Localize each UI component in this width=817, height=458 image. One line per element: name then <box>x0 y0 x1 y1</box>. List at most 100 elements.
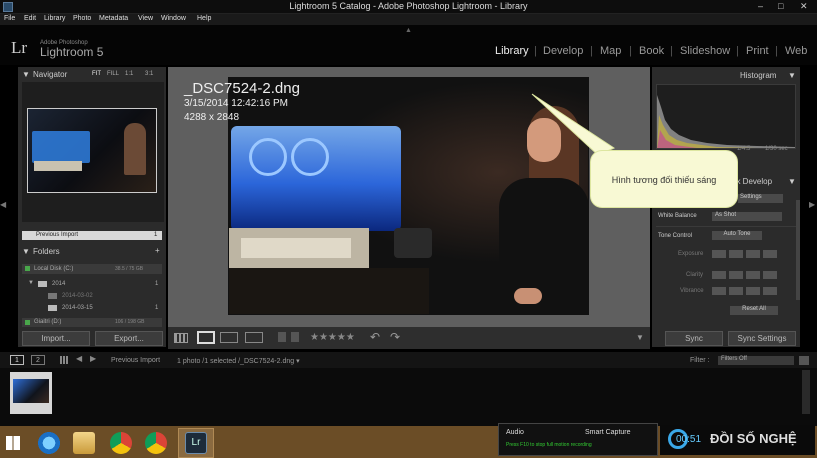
sync-settings-button[interactable]: Sync Settings <box>728 331 796 346</box>
zoom-fill[interactable]: FILL <box>107 71 119 77</box>
filmstrip-thumbnail[interactable] <box>10 372 52 414</box>
menu-file[interactable]: File <box>4 15 15 22</box>
left-panel-toggle-icon[interactable]: ◀ <box>0 200 8 209</box>
module-separator: | <box>736 45 739 57</box>
saved-preset-select[interactable]: Settings <box>738 194 783 203</box>
histogram-chart <box>656 84 796 149</box>
divider <box>656 226 796 227</box>
export-button[interactable]: Export... <box>95 331 163 346</box>
volume-size: 38.5 / 75 GB <box>115 266 144 272</box>
right-panel-scrollbar[interactable] <box>796 200 800 300</box>
folder-2014-03-15[interactable]: 2014-03-15 <box>62 305 93 311</box>
histogram-collapse-icon[interactable]: ▼ <box>788 71 796 80</box>
import-button[interactable]: Import... <box>22 331 90 346</box>
maximize-button[interactable]: □ <box>778 1 783 11</box>
module-separator: | <box>590 45 593 57</box>
right-panel-toggle-icon[interactable]: ▶ <box>809 200 817 209</box>
folder-expand-icon[interactable]: ▼ <box>28 280 34 286</box>
menu-metadata[interactable]: Metadata <box>99 15 128 22</box>
filmstrip-source[interactable]: Previous Import <box>111 357 160 364</box>
back-arrow-icon[interactable]: ◀ <box>76 354 82 363</box>
catalog-count: 1 <box>154 232 158 238</box>
module-separator: | <box>534 45 537 57</box>
minimize-button[interactable]: – <box>758 1 763 11</box>
survey-view-icon[interactable] <box>245 332 263 343</box>
filmstrip <box>0 368 817 426</box>
sync-button[interactable]: Sync <box>665 331 723 346</box>
photo-dimensions: 4288 x 2848 <box>184 112 240 123</box>
volume-name: Giaitri (D:) <box>34 319 62 325</box>
histogram-title: Histogram <box>740 71 777 80</box>
zoom-fit[interactable]: FIT <box>92 71 101 77</box>
folder-count: 1 <box>155 305 159 311</box>
windows-start-icon[interactable] <box>6 436 20 450</box>
watermark-text: ĐỒI SỐ NGHỆ <box>710 431 797 446</box>
menu-view[interactable]: View <box>138 15 153 22</box>
flag-pick-icon[interactable] <box>278 332 286 342</box>
white-balance-select[interactable]: As Shot <box>712 212 782 221</box>
filter-lock-icon[interactable] <box>799 356 809 365</box>
navigator-preview[interactable] <box>27 108 157 193</box>
menu-window[interactable]: Window <box>161 15 186 22</box>
module-separator: | <box>670 45 673 57</box>
module-separator: | <box>629 45 632 57</box>
folder-2014[interactable]: 2014 <box>52 281 65 287</box>
recorder-overlay <box>498 423 658 456</box>
grid-view-icon[interactable] <box>174 333 188 343</box>
recorder-smart-capture[interactable]: Smart Capture <box>585 429 631 436</box>
quick-develop-collapse-icon[interactable]: ▼ <box>788 177 796 186</box>
lightroom-taskbar-icon: Lr <box>185 432 207 454</box>
volume-status-icon <box>25 266 30 271</box>
panel-toggle-top-icon[interactable]: ▲ <box>405 27 412 34</box>
loupe-view-icon[interactable] <box>197 331 215 344</box>
auto-tone-button[interactable]: Auto Tone <box>712 231 762 240</box>
explorer-icon[interactable] <box>73 432 95 454</box>
module-slideshow[interactable]: Slideshow <box>680 45 730 57</box>
zoom-3-1[interactable]: 3:1 <box>145 71 153 77</box>
module-print[interactable]: Print <box>746 45 769 57</box>
filter-select[interactable]: Filters Off <box>718 356 794 365</box>
filmstrip-status[interactable]: 1 photo /1 selected /_DSC7524-2.dng ▾ <box>177 357 300 365</box>
menu-library[interactable]: Library <box>44 15 65 22</box>
module-web[interactable]: Web <box>785 45 807 57</box>
add-folder-icon[interactable]: + <box>155 246 160 255</box>
filmstrip-scrollbar[interactable] <box>802 370 810 414</box>
chrome-icon[interactable] <box>145 432 167 454</box>
exposure-stepper[interactable] <box>712 250 780 258</box>
rating-stars[interactable]: ★★★★★ <box>310 332 355 343</box>
clarity-label: Clarity <box>686 272 704 278</box>
module-book[interactable]: Book <box>639 45 664 57</box>
grid-icon[interactable] <box>60 356 69 364</box>
module-map[interactable]: Map <box>600 45 621 57</box>
window-title: Lightroom 5 Catalog - Adobe Photoshop Li… <box>289 1 528 11</box>
folder-2014-03-02[interactable]: 2014-03-02 <box>62 293 93 299</box>
volume-name: Local Disk (C:) <box>34 266 74 272</box>
folders-collapse-icon[interactable]: ▼ <box>22 247 30 256</box>
reset-all-button[interactable]: Reset All <box>730 306 778 315</box>
chrome-icon[interactable] <box>110 432 132 454</box>
navigator-collapse-icon[interactable]: ▼ <box>22 70 30 79</box>
page-1-button[interactable]: 1 <box>10 355 24 365</box>
navigator-title: Navigator <box>33 70 68 79</box>
white-balance-label: White Balance <box>658 213 697 219</box>
rotate-left-icon[interactable]: ↶ <box>370 330 380 344</box>
zoom-1-1[interactable]: 1:1 <box>125 71 133 77</box>
page-2-button[interactable]: 2 <box>31 355 45 365</box>
rotate-right-icon[interactable]: ↷ <box>390 330 400 344</box>
histogram-graph <box>657 95 795 148</box>
flag-reject-icon[interactable] <box>291 332 299 342</box>
clarity-stepper[interactable] <box>712 271 780 279</box>
ie-icon[interactable] <box>38 432 60 454</box>
compare-view-icon[interactable] <box>220 332 238 343</box>
menu-photo[interactable]: Photo <box>73 15 91 22</box>
module-develop[interactable]: Develop <box>543 45 583 57</box>
close-button[interactable]: ✕ <box>800 1 808 12</box>
toolbar-menu-icon[interactable]: ▼ <box>636 333 644 342</box>
module-library[interactable]: Library <box>495 45 529 57</box>
recorder-audio[interactable]: Audio <box>506 429 524 436</box>
menu-edit[interactable]: Edit <box>24 15 36 22</box>
vibrance-stepper[interactable] <box>712 287 780 295</box>
volume-size: 106 / 198 GB <box>115 319 145 325</box>
forward-arrow-icon[interactable]: ▶ <box>90 354 96 363</box>
menu-help[interactable]: Help <box>197 15 211 22</box>
